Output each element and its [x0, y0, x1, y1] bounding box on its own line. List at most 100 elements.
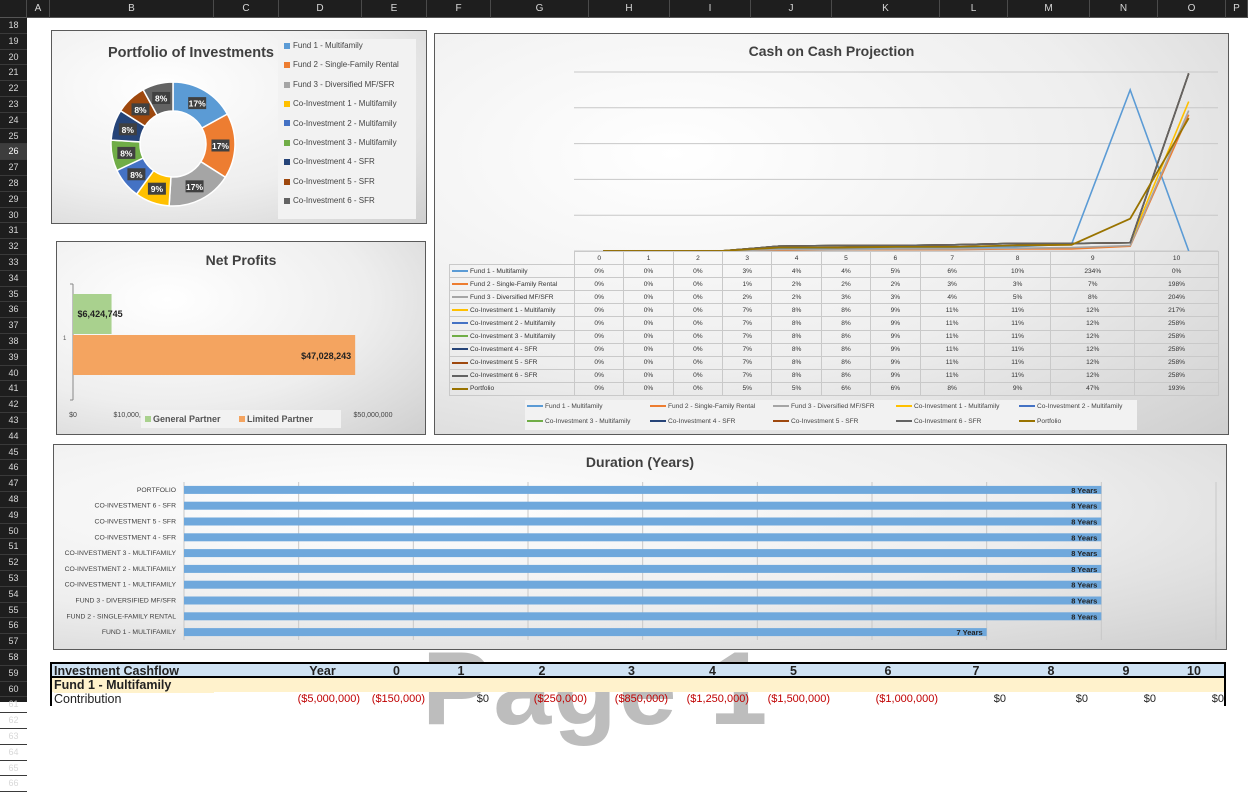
row-header-31[interactable]: 31 — [0, 223, 27, 240]
row-header-60[interactable]: 60 — [0, 682, 27, 698]
row-header-25[interactable]: 25 — [0, 129, 27, 145]
row-header-27[interactable]: 27 — [0, 160, 27, 176]
coc-cell: 7% — [722, 329, 773, 344]
row-header-33[interactable]: 33 — [0, 255, 27, 271]
cashflow-contribution-cell: $0 — [1211, 693, 1224, 705]
netprofits-chart[interactable]: Net Profits 1 $6,424,745 $47,028,243 $0 $10,… — [56, 241, 426, 435]
row-header-38[interactable]: 38 — [0, 334, 27, 350]
coc-cell: 0% — [672, 381, 724, 397]
row-header-56[interactable]: 56 — [0, 618, 27, 635]
row-header-23[interactable]: 23 — [0, 97, 27, 113]
coc-series-swatch — [452, 361, 468, 364]
row-header-37[interactable]: 37 — [0, 318, 27, 334]
cashflow-year-0: 0 — [393, 664, 400, 678]
row-header-65[interactable]: 65 — [0, 761, 27, 777]
coc-cell: 2% — [870, 277, 921, 292]
coc-cell: 258% — [1134, 355, 1219, 370]
row-header-18[interactable]: 18 — [0, 18, 27, 34]
duration-chart[interactable]: Duration (Years) PORTFOLIO 8 Years CO-INVE… — [53, 444, 1227, 650]
coc-cell: 0% — [623, 316, 674, 331]
row-header-46[interactable]: 46 — [0, 460, 27, 477]
row-header-66[interactable]: 66 — [0, 776, 27, 792]
cashflow-table[interactable]: Investment Cashflow Year 0 1 2 3 4 5 6 7 8 9 10 Fund … — [50, 662, 1226, 706]
row-header-64[interactable]: 64 — [0, 745, 27, 761]
pie-data-label-6: 8% — [122, 125, 135, 135]
coc-cell: 8% — [820, 303, 872, 318]
coc-cell: 9% — [870, 342, 921, 357]
row-header-39[interactable]: 39 — [0, 350, 27, 366]
column-header-l[interactable]: L — [940, 0, 1008, 18]
row-header-62[interactable]: 62 — [0, 713, 27, 729]
column-header-a[interactable]: A — [27, 0, 50, 18]
cashflow-contribution-cell: ($850,000) — [614, 693, 668, 705]
worksheet[interactable]: Portfolio of Investments 17% 17% 17% 9% 8% 8%… — [27, 18, 1248, 747]
coc-cell: 0% — [573, 290, 625, 305]
column-header-p[interactable]: P — [1226, 0, 1248, 18]
row-header-51[interactable]: 51 — [0, 539, 27, 556]
row-header-61[interactable]: 61 — [0, 697, 27, 714]
row-header-42[interactable]: 42 — [0, 397, 27, 413]
np-xtick-5: $50,000,000 — [354, 412, 393, 419]
column-header-i[interactable]: I — [670, 0, 751, 18]
coc-chart[interactable]: Cash on Cash Projection 0 1 2 3 4 5 6 7 8 9 10 Fund… — [434, 33, 1229, 435]
column-header-k[interactable]: K — [832, 0, 940, 18]
row-header-36[interactable]: 36 — [0, 302, 27, 319]
column-header-m[interactable]: M — [1008, 0, 1090, 18]
row-header-35[interactable]: 35 — [0, 287, 27, 303]
row-header-53[interactable]: 53 — [0, 571, 27, 587]
coc-series-swatch — [452, 335, 468, 338]
coc-cell: 8% — [771, 342, 822, 357]
column-header-b[interactable]: B — [50, 0, 214, 18]
row-header-21[interactable]: 21 — [0, 65, 27, 82]
row-header-59[interactable]: 59 — [0, 666, 27, 682]
row-header-63[interactable]: 63 — [0, 729, 27, 745]
row-header-40[interactable]: 40 — [0, 366, 27, 382]
legend-swatch — [284, 120, 290, 127]
row-header-29[interactable]: 29 — [0, 192, 27, 208]
column-header-d[interactable]: D — [279, 0, 362, 18]
row-header-50[interactable]: 50 — [0, 524, 27, 540]
row-header-32[interactable]: 32 — [0, 239, 27, 255]
row-header-57[interactable]: 57 — [0, 634, 27, 650]
row-header-22[interactable]: 22 — [0, 81, 27, 97]
row-header-58[interactable]: 58 — [0, 650, 27, 666]
coc-legend-label: Co-Investment 5 - SFR — [791, 418, 859, 425]
row-header-54[interactable]: 54 — [0, 587, 27, 603]
column-header-e[interactable]: E — [362, 0, 427, 18]
row-header-34[interactable]: 34 — [0, 271, 27, 287]
column-header-h[interactable]: H — [589, 0, 670, 18]
coc-cell: 204% — [1134, 290, 1219, 305]
row-header-45[interactable]: 45 — [0, 445, 27, 461]
duration-bar-6 — [184, 580, 1102, 589]
row-header-55[interactable]: 55 — [0, 603, 27, 619]
coc-cell: 8% — [919, 381, 985, 397]
column-header-n[interactable]: N — [1090, 0, 1158, 18]
column-header-g[interactable]: G — [491, 0, 589, 18]
coc-cell: 0% — [1134, 264, 1219, 279]
row-header-52[interactable]: 52 — [0, 555, 27, 571]
row-header-47[interactable]: 47 — [0, 476, 27, 492]
cashflow-year-4: 4 — [709, 664, 716, 678]
column-header-j[interactable]: J — [751, 0, 832, 18]
column-header-f[interactable]: F — [427, 0, 491, 18]
pie-legend-item-1: Fund 2 - Single-Family Rental — [284, 60, 399, 74]
legend-swatch — [284, 159, 290, 166]
row-header-28[interactable]: 28 — [0, 176, 27, 192]
row-header-30[interactable]: 30 — [0, 208, 27, 224]
legend-label: Co-Investment 6 - SFR — [293, 196, 375, 206]
cashflow-year-9: 9 — [1122, 664, 1130, 678]
row-header-48[interactable]: 48 — [0, 492, 27, 508]
row-header-41[interactable]: 41 — [0, 381, 27, 398]
row-header-49[interactable]: 49 — [0, 508, 27, 524]
row-header-43[interactable]: 43 — [0, 413, 27, 429]
column-header-c[interactable]: C — [214, 0, 279, 18]
coc-cell: 0% — [672, 277, 724, 292]
row-header-26[interactable]: 26 — [0, 144, 27, 161]
coc-legend-item-3: Co-Investment 1 - Multifamily — [896, 403, 999, 410]
portfolio-chart[interactable]: Portfolio of Investments 17% 17% 17% 9% 8% 8%… — [51, 30, 427, 224]
column-header-o[interactable]: O — [1158, 0, 1226, 18]
row-header-24[interactable]: 24 — [0, 113, 27, 129]
legend-label: Co-Investment 4 - SFR — [293, 157, 375, 167]
row-header-44[interactable]: 44 — [0, 429, 27, 445]
coc-plot — [574, 71, 1218, 252]
